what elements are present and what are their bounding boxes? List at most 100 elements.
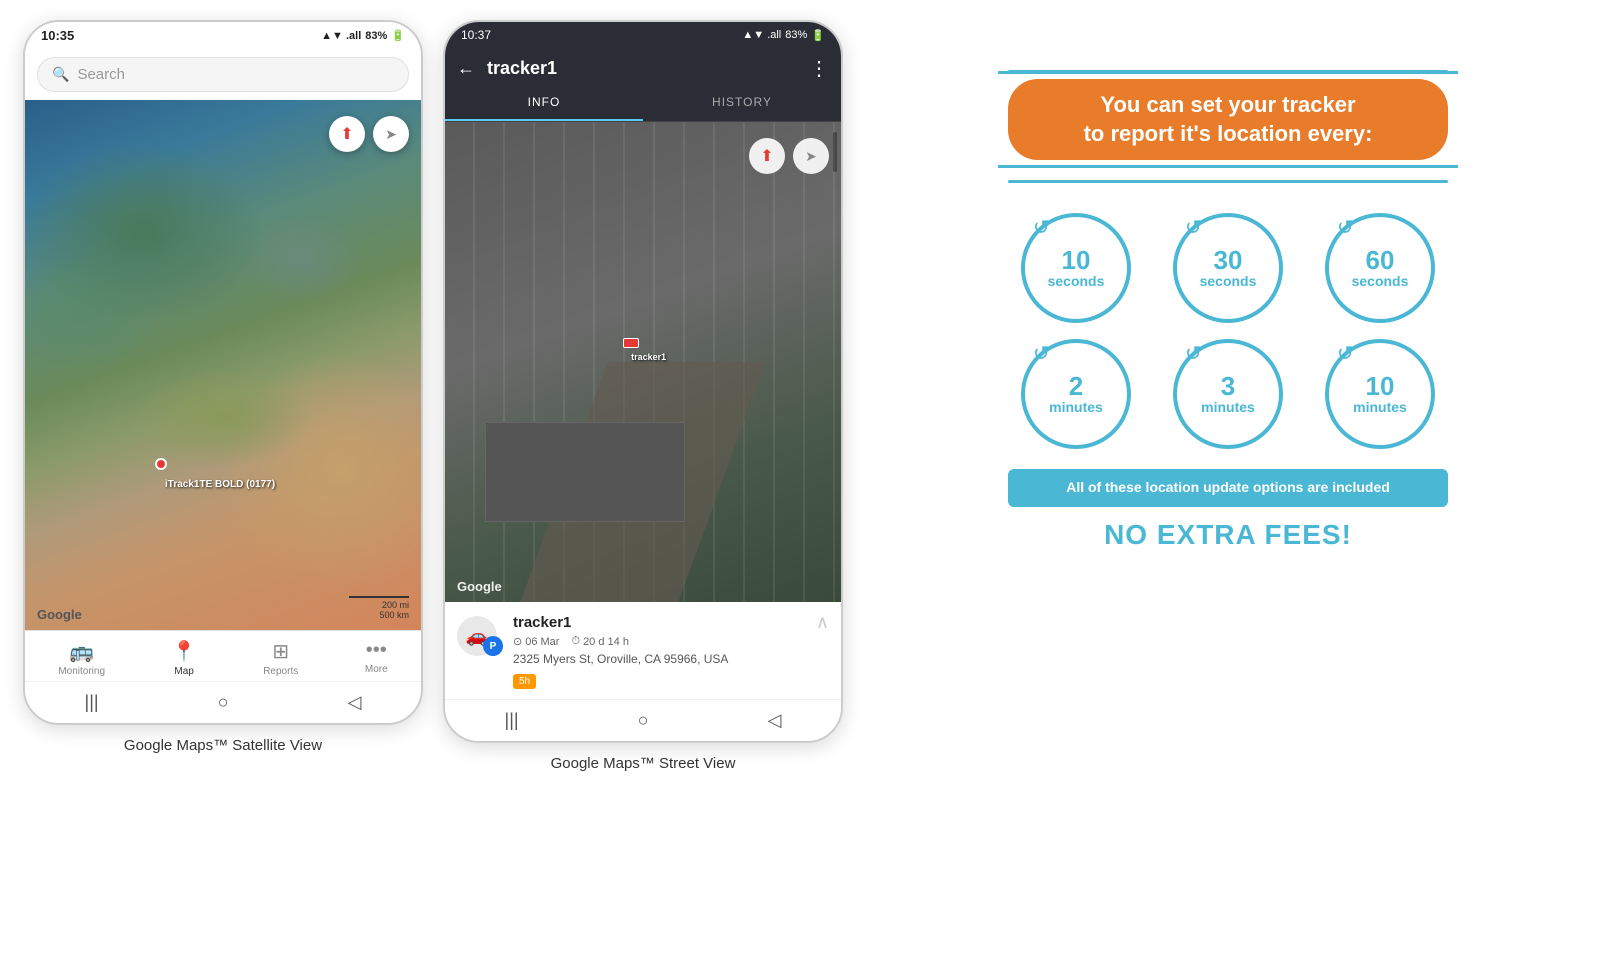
google-logo2: Google [457,579,502,594]
phone1-bottom-nav: 🚌 Monitoring 📍 Map ⊞ Reports ••• More [25,630,421,681]
time-number-5: 3 [1221,373,1235,399]
search-icon: 🔍 [52,66,69,83]
phone1-map[interactable]: ⬆ ➤ iTrack1TE BOLD (0177) Google 200 mi … [25,100,421,630]
tracker-duration: ⏱ 20 d 14 h [571,635,628,648]
phone2-wrapper: 10:37 ▲▼ .all 83% 🔋 ← tracker1 ⋮ INFO HI… [443,20,843,772]
monitoring-label: Monitoring [58,666,105,677]
phone1-status-bar: 10:35 ▲▼ .all 83% 🔋 [25,22,421,49]
tracker-label: iTrack1TE BOLD (0177) [165,479,275,490]
tracker-name: tracker1 [513,614,571,631]
circle-60sec: ↺ 60 seconds [1312,213,1448,323]
more-icon: ••• [366,639,387,662]
phone1-search-bar: 🔍 Search [25,49,421,100]
time-unit-3: seconds [1352,273,1409,289]
time-unit-4: minutes [1049,399,1103,415]
time-badge: 5h [513,674,536,689]
phone2-android-nav: ||| ○ ◁ [445,699,841,741]
reports-icon: ⊞ [272,639,289,664]
scale-200mi: 200 mi [349,600,409,610]
location-button[interactable]: ➤ [373,116,409,152]
time-unit-5: minutes [1201,399,1255,415]
circle-10sec: ↺ 10 seconds [1008,213,1144,323]
phone1-status-icons: ▲▼ .all 83% 🔋 [321,29,405,42]
more-label: More [365,664,388,675]
tracker-info-panel: 🚗 P tracker1 ∧ ⊙ 06 Mar [445,602,841,699]
clock-icon: ⊙ [513,635,522,648]
map-label: Map [174,666,193,677]
info-panel: You can set your tracker to report it's … [863,20,1593,591]
tracker-p-badge: P [483,636,503,656]
headline-text: You can set your tracker to report it's … [1036,91,1420,148]
nav-map[interactable]: 📍 Map [172,639,197,677]
nav-reports[interactable]: ⊞ Reports [263,639,298,677]
location-icon: ➤ [385,126,397,143]
tracker-details: tracker1 ∧ ⊙ 06 Mar ⏱ 20 d 14 h [513,612,829,689]
tracker-meta: ⊙ 06 Mar ⏱ 20 d 14 h [513,635,829,648]
location-button2[interactable]: ➤ [793,138,829,174]
arrow-icon-3: ↺ [1337,215,1354,240]
monitoring-icon: 🚌 [69,639,94,664]
phone2-map[interactable]: ⬆ ➤ tracker1 Google [445,122,841,602]
time-circle-3: ↺ 60 seconds [1325,213,1435,323]
search-input-container[interactable]: 🔍 Search [37,57,409,92]
tracker-avatar-group: 🚗 P [457,612,503,656]
android-recent[interactable]: ◁ [348,692,362,713]
circle-3min: ↺ 3 minutes [1160,339,1296,449]
compass-icon2[interactable]: ⬆ [749,138,785,174]
time-unit-2: seconds [1200,273,1257,289]
headline-line1: You can set your tracker [1100,92,1355,117]
arrow-icon-2: ↺ [1185,215,1202,240]
android-back[interactable]: ||| [85,692,99,713]
time-circle-5: ↺ 3 minutes [1173,339,1283,449]
tab-history[interactable]: HISTORY [643,85,841,121]
arrow-icon-5: ↺ [1185,341,1202,366]
tab-info[interactable]: INFO [445,85,643,121]
time-unit-6: minutes [1353,399,1407,415]
time-unit-1: seconds [1048,273,1105,289]
satellite-map-bg [25,100,421,630]
map-scale: 200 mi 500 km [349,596,409,620]
circle-30sec: ↺ 30 seconds [1160,213,1296,323]
phone1-wrapper: 10:35 ▲▼ .all 83% 🔋 🔍 Search ⬆ [23,20,423,754]
back-button[interactable]: ← [457,58,475,79]
reports-label: Reports [263,666,298,677]
phone1-android-nav: ||| ○ ◁ [25,681,421,723]
tracker-label2: tracker1 [631,352,666,362]
no-fees-banner: All of these location update options are… [1008,469,1448,507]
timer-icon: ⏱ [571,635,580,648]
signal-icon: ▲▼ .all [321,30,361,42]
phone2-time: 10:37 [461,28,491,42]
scroll-handle[interactable] [833,132,837,172]
android-home[interactable]: ○ [218,692,229,713]
android-home2[interactable]: ○ [638,710,649,731]
page-container: 10:35 ▲▼ .all 83% 🔋 🔍 Search ⬆ [23,20,1593,772]
signal-icon2: ▲▼ .all [742,29,781,41]
compass-needle: ⬆ [760,146,773,166]
time-number-1: 10 [1062,247,1091,273]
scale-line [349,596,409,598]
battery-icon: 🔋 [391,29,405,42]
android-recent2[interactable]: ◁ [768,710,782,731]
time-number-4: 2 [1069,373,1083,399]
more-menu-button[interactable]: ⋮ [809,56,829,81]
expand-icon[interactable]: ∧ [816,612,829,633]
time-number-6: 10 [1366,373,1395,399]
phone2-status-icons: ▲▼ .all 83% 🔋 [742,29,825,42]
phone1-time: 10:35 [41,28,74,43]
time-circle-6: ↺ 10 minutes [1325,339,1435,449]
info-graphic: You can set your tracker to report it's … [988,40,1468,571]
phone2-caption: Google Maps™ Street View [443,755,843,772]
phone2-header: ← tracker1 ⋮ [445,48,841,85]
car-marker2 [623,338,639,348]
compass-icon[interactable]: ⬆ [329,116,365,152]
headline-line2: to report it's location every: [1084,121,1373,146]
time-number-2: 30 [1214,247,1243,273]
nav-monitoring[interactable]: 🚌 Monitoring [58,639,105,677]
android-back2[interactable]: ||| [505,710,519,731]
time-number-3: 60 [1366,247,1395,273]
nav-more[interactable]: ••• More [365,639,388,677]
time-circle-2: ↺ 30 seconds [1173,213,1283,323]
battery-level: 83% [365,30,387,42]
circles-grid: ↺ 10 seconds ↺ 30 seconds ↺ [1008,213,1448,449]
tracker-name-row: tracker1 ∧ [513,612,829,633]
